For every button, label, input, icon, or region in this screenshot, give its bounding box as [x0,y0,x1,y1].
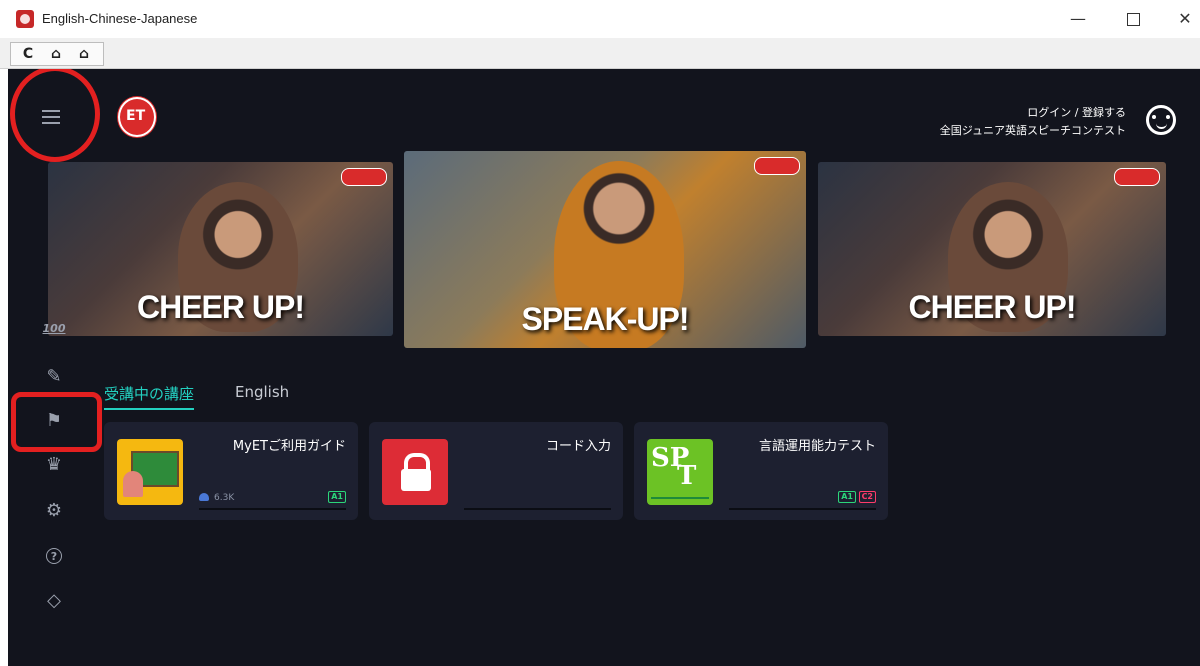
spt-waveform [651,497,709,499]
level-badge-c2: C2 [858,491,876,503]
crown-icon[interactable]: ♛ [42,453,66,477]
banner-right[interactable]: CHEER UP! [818,162,1166,336]
reload-button[interactable]: C [17,44,39,64]
course-card-guide[interactable]: MyETご利用ガイド 6.3K A1 [104,422,358,520]
course-title: 言語運用能力テスト [758,439,876,454]
course-title: コード入力 [545,439,611,454]
close-button[interactable]: ✕ [1170,6,1200,32]
browser-toolbar: C ⌂ ⌂ [0,38,1200,69]
course-card-code-entry[interactable]: コード入力 [369,422,623,520]
app-main: ET ログイン / 登録する 全国ジュニア英語スピーチコンテスト CHEER U… [8,69,1200,666]
home-alt-button[interactable]: ⌂ [73,44,95,64]
pencil-icon[interactable]: ✎ [42,365,66,389]
help-glyph: ? [46,548,62,564]
minimize-button[interactable]: — [1063,6,1093,32]
banner-caption: SPEAK-UP! [521,301,689,337]
avatar-smile [1156,122,1167,129]
spt-t-text: T [677,461,697,491]
myet-logo[interactable]: ET [118,97,156,137]
help-icon[interactable]: ? [42,543,66,567]
level-badge-a1: A1 [838,491,856,503]
guide-thumbnail [117,439,183,505]
progress-bar [199,508,346,510]
maximize-icon [1126,13,1140,26]
padlock-icon [382,439,448,505]
spt-thumbnail: SP T [647,439,713,505]
home-button[interactable]: ⌂ [45,44,67,64]
progress-bar [729,508,876,510]
banner-badge [1114,168,1160,186]
banner-left[interactable]: CHEER UP! [48,162,393,336]
course-card-spt[interactable]: SP T 言語運用能力テスト A1 C2 [634,422,888,520]
banner-caption: CHEER UP! [908,289,1076,325]
login-register-link[interactable]: ログイン / 登録する [940,104,1126,122]
banner-badge [341,168,387,186]
contest-link[interactable]: 全国ジュニア英語スピーチコンテスト [940,122,1126,140]
window-title: English-Chinese-Japanese [42,11,198,26]
maximize-button[interactable] [1118,6,1148,32]
course-title: MyETご利用ガイド [232,439,346,454]
users-icon [199,493,209,501]
window-titlebar: English-Chinese-Japanese — ✕ [0,0,1200,38]
highlight-ring-flag [11,392,102,452]
tag-icon[interactable]: ◇ [42,589,66,613]
learner-count: 6.3K [199,493,234,503]
progress-bar [464,508,611,510]
score-100-icon[interactable]: 100 [42,317,66,341]
highlight-ring-menu [10,69,100,162]
tab-english[interactable]: English [235,383,289,401]
login-area[interactable]: ログイン / 登録する 全国ジュニア英語スピーチコンテスト [940,104,1126,140]
user-avatar-icon[interactable] [1146,105,1176,135]
level-badge-a1: A1 [328,491,346,503]
gear-icon[interactable]: ⚙ [42,499,66,523]
app-logo-icon [16,10,34,28]
learner-count-value: 6.3K [214,493,235,503]
tab-enrolled-courses[interactable]: 受講中の講座 [104,383,195,410]
banner-center[interactable]: SPEAK-UP! [404,151,806,348]
banner-caption: CHEER UP! [136,289,305,325]
banner-badge [754,157,800,175]
logo-text: ET [126,108,146,124]
nav-button-group: C ⌂ ⌂ [10,42,104,66]
